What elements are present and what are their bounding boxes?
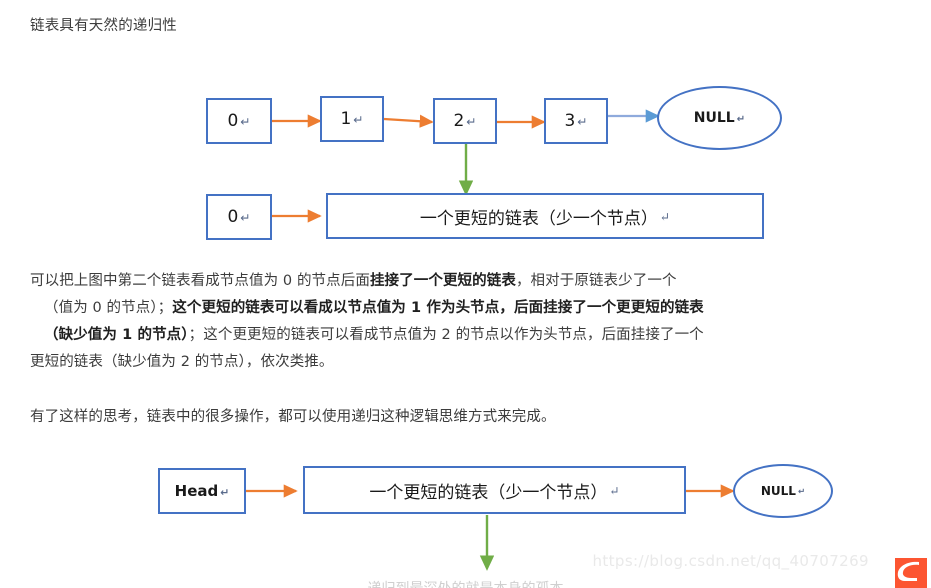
null-terminator-bottom: NULL ↵	[733, 464, 833, 518]
node-box-1: 1 ↵	[320, 96, 384, 142]
text-segment: （值为 0 的节点）；	[44, 300, 173, 316]
text-segment-bold: 挂接了一个更短的链表	[369, 273, 516, 289]
text-segment-bold: （缺少值为 1 的节点）	[44, 327, 189, 343]
node-box-3: 3 ↵	[544, 98, 608, 144]
return-mark: ↵	[353, 113, 364, 127]
paragraph-two-line-1: 有了这样的思考，链表中的很多操作，都可以使用递归这种逻辑思维方式来完成。	[30, 409, 556, 425]
text-segment-bold: 这个更短的链表可以看成以节点值为 1 作为头节点，后面挂接了一个更更短的链表	[172, 300, 704, 316]
return-mark: ↵	[240, 115, 251, 129]
paragraph-one-line-1: 可以把上图中第二个链表看成节点值为 0 的节点后面挂接了一个更短的链表，相对于原…	[30, 268, 931, 295]
node-box-2: 2 ↵	[433, 98, 497, 144]
paragraph-one: 可以把上图中第二个链表看成节点值为 0 的节点后面挂接了一个更短的链表，相对于原…	[30, 268, 931, 376]
node-label: 2	[453, 111, 465, 131]
cut-off-caption: 递归到最深处的就是本身的孤本	[0, 578, 931, 588]
return-mark: ↵	[220, 485, 230, 499]
node-box-head-0: 0 ↵	[206, 194, 272, 240]
arrow-node1-to-node2	[383, 114, 434, 128]
null-terminator-top: NULL ↵	[657, 86, 782, 150]
node-label: 1	[340, 109, 352, 129]
text-segment: ；这个更更短的链表可以看成节点值为 2 的节点以作为头节点，后面挂接了一个	[188, 327, 704, 343]
return-mark: ↵	[466, 115, 477, 129]
return-mark: ↵	[659, 210, 671, 224]
paragraph-one-line-4: 更短的链表（缺少值为 2 的节点），依次类推。	[30, 354, 334, 370]
return-mark: ↵	[609, 484, 620, 498]
paragraph-two: 有了这样的思考，链表中的很多操作，都可以使用递归这种逻辑思维方式来完成。	[30, 404, 931, 431]
node-box-head: Head ↵	[158, 468, 246, 514]
csdn-logo	[895, 558, 927, 588]
sublist-box-top: 一个更短的链表（少一个节点） ↵	[326, 193, 764, 239]
watermark-url: https://blog.csdn.net/qq_40707269	[592, 552, 869, 570]
sublist-label: 一个更短的链表（少一个节点）	[369, 482, 608, 503]
node-label: 0	[227, 111, 239, 131]
csdn-logo-glyph	[897, 561, 919, 581]
paragraph-one-line-3: （缺少值为 1 的节点）；这个更更短的链表可以看成节点值为 2 的节点以作为头节…	[30, 322, 931, 349]
paragraph-one-line-2: （值为 0 的节点）；这个更短的链表可以看成以节点值为 1 作为头节点，后面挂接…	[30, 295, 931, 322]
text-segment: 可以把上图中第二个链表看成节点值为 0 的节点后面	[30, 273, 370, 289]
diagram-top: 0 ↵ 1 ↵ 2 ↵ 3 ↵ NULL ↵ 0 ↵ 一个更短的链表（少一个节点） ↵	[0, 0, 931, 260]
return-mark: ↵	[577, 115, 588, 129]
text-segment: ，相对于原链表少了一个	[515, 273, 677, 289]
null-label: NULL	[760, 484, 796, 498]
null-label: NULL	[693, 110, 735, 126]
return-mark: ↵	[797, 487, 806, 497]
sublist-label: 一个更短的链表（少一个节点）	[419, 208, 658, 229]
head-label: Head	[174, 482, 219, 500]
node-label: 0	[227, 207, 239, 227]
return-mark: ↵	[240, 211, 251, 225]
node-label: 3	[564, 111, 576, 131]
return-mark: ↵	[736, 113, 746, 125]
node-box-0: 0 ↵	[206, 98, 272, 144]
sublist-box-bottom: 一个更短的链表（少一个节点） ↵	[303, 466, 686, 514]
